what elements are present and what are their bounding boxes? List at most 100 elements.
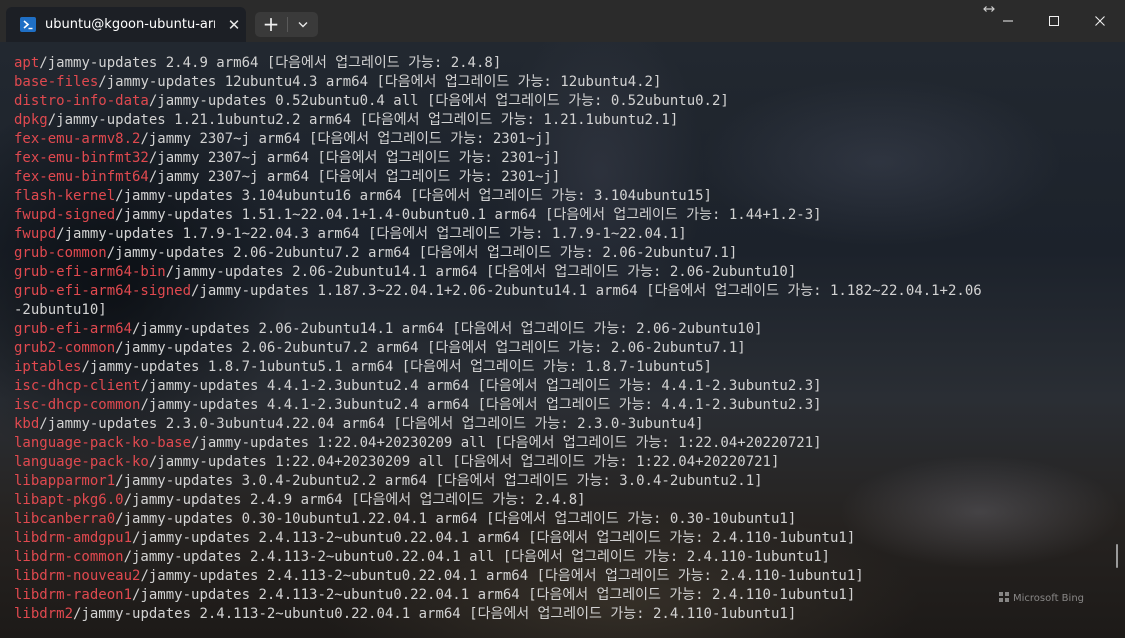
package-details: /jammy-updates 2.4.113-2~ubuntu0.22.04.1… — [73, 606, 797, 622]
package-details: /jammy-updates 0.52ubuntu0.4 all [다음에서 업… — [148, 93, 729, 109]
terminal-line: grub-efi-arm64-bin/jammy-updates 2.06-2u… — [14, 263, 1114, 282]
tab-close-button[interactable]: ✕ — [224, 15, 244, 35]
new-tab-button[interactable]: + — [255, 12, 287, 37]
chevron-down-icon — [298, 22, 308, 28]
terminal-line: base-files/jammy-updates 12ubuntu4.3 arm… — [14, 73, 1114, 92]
watermark-text: Microsoft Bing — [1013, 593, 1085, 604]
terminal-line: libapt-pkg6.0/jammy-updates 2.4.9 arm64 … — [14, 491, 1114, 510]
terminal-line: apt/jammy-updates 2.4.9 arm64 [다음에서 업그레이… — [14, 54, 1114, 73]
terminal-line: -2ubuntu10] — [14, 301, 1114, 320]
package-name: distro-info-data — [14, 93, 149, 109]
package-details: /jammy-updates 4.4.1-2.3ubuntu2.4 arm64 … — [140, 397, 822, 413]
terminal-line: libdrm-amdgpu1/jammy-updates 2.4.113-2~u… — [14, 529, 1114, 548]
package-details: /jammy-updates 0.30-10ubuntu1.22.04.1 ar… — [115, 511, 797, 527]
package-details: /jammy 2307~j arm64 [다음에서 업그레이드 가능: 2301… — [148, 169, 561, 185]
terminal-line: isc-dhcp-client/jammy-updates 4.4.1-2.3u… — [14, 377, 1114, 396]
terminal-line: flash-kernel/jammy-updates 3.104ubuntu16… — [14, 187, 1114, 206]
package-details: /jammy-updates 2.4.113-2~ubuntu0.22.04.1… — [123, 549, 830, 565]
minimize-button[interactable] — [985, 6, 1031, 36]
package-details: /jammy-updates 2.06-2ubuntu14.1 arm64 [다… — [132, 321, 763, 337]
package-name: libcanberra0 — [14, 511, 116, 527]
terminal-line: libdrm-radeon1/jammy-updates 2.4.113-2~u… — [14, 586, 1114, 605]
terminal-line: libcanberra0/jammy-updates 0.30-10ubuntu… — [14, 510, 1114, 529]
package-details: /jammy 2307~j arm64 [다음에서 업그레이드 가능: 2301… — [148, 150, 561, 166]
terminal-line: libdrm2/jammy-updates 2.4.113-2~ubuntu0.… — [14, 605, 1114, 624]
terminal-line: grub-efi-arm64-signed/jammy-updates 1.18… — [14, 282, 1114, 301]
terminal-output: apt/jammy-updates 2.4.9 arm64 [다음에서 업그레이… — [14, 54, 1114, 624]
package-name: flash-kernel — [14, 188, 116, 204]
terminal-line: fex-emu-binfmt64/jammy 2307~j arm64 [다음에… — [14, 168, 1114, 187]
maximize-button[interactable] — [1031, 6, 1077, 36]
terminal-line: fex-emu-binfmt32/jammy 2307~j arm64 [다음에… — [14, 149, 1114, 168]
package-name: libdrm2 — [14, 606, 74, 622]
tab-title: ubuntu@kgoon-ubuntu-arm — [45, 17, 215, 32]
package-details: /jammy-updates 3.0.4-2ubuntu2.2 arm64 [다… — [115, 473, 763, 489]
package-name: libdrm-radeon1 — [14, 587, 133, 603]
package-details: /jammy-updates 3.104ubuntu16 arm64 [다음에서… — [115, 188, 712, 204]
package-details: /jammy-updates 2.4.113-2~ubuntu0.22.04.1… — [132, 530, 856, 546]
terminal-line: fex-emu-armv8.2/jammy 2307~j arm64 [다음에서… — [14, 130, 1114, 149]
package-name: libapparmor1 — [14, 473, 116, 489]
package-details: /jammy-updates 4.4.1-2.3ubuntu2.4 arm64 … — [140, 378, 822, 394]
new-tab-group: + — [255, 12, 318, 37]
package-name: apt — [14, 55, 40, 71]
package-details: /jammy-updates 2.4.9 arm64 [다음에서 업그레이드 가… — [123, 492, 586, 508]
package-name: grub-efi-arm64-bin — [14, 264, 166, 280]
package-details: /jammy-updates 12ubuntu4.3 arm64 [다음에서 업… — [98, 74, 662, 90]
package-details: -2ubuntu10] — [14, 302, 107, 318]
terminal-line: fwupd/jammy-updates 1.7.9-1~22.04.3 arm6… — [14, 225, 1114, 244]
close-window-button[interactable] — [1077, 6, 1123, 36]
package-name: language-pack-ko — [14, 454, 149, 470]
package-details: /jammy-updates 1.51.1~22.04.1+1.4-0ubunt… — [115, 207, 822, 223]
terminal-line: fwupd-signed/jammy-updates 1.51.1~22.04.… — [14, 206, 1114, 225]
terminal-line: distro-info-data/jammy-updates 0.52ubunt… — [14, 92, 1114, 111]
package-name: dpkg — [14, 112, 48, 128]
package-details: /jammy-updates 1.187.3~22.04.1+2.06-2ubu… — [191, 283, 982, 299]
terminal-line: dpkg/jammy-updates 1.21.1ubuntu2.2 arm64… — [14, 111, 1114, 130]
terminal-line: libapparmor1/jammy-updates 3.0.4-2ubuntu… — [14, 472, 1114, 491]
package-name: grub2-common — [14, 340, 116, 356]
terminal-line: grub-efi-arm64/jammy-updates 2.06-2ubunt… — [14, 320, 1114, 339]
package-details: /jammy-updates 2.06-2ubuntu7.2 arm64 [다음… — [115, 340, 746, 356]
package-name: fex-emu-binfmt32 — [14, 150, 149, 166]
terminal-pane[interactable]: apt/jammy-updates 2.4.9 arm64 [다음에서 업그레이… — [0, 42, 1125, 638]
package-name: grub-efi-arm64-signed — [14, 283, 192, 299]
close-icon — [1095, 16, 1105, 26]
package-details: /jammy-updates 1.8.7-1ubuntu5.1 arm64 [다… — [81, 359, 712, 375]
package-details: /jammy-updates 2.4.9 arm64 [다음에서 업그레이드 가… — [39, 55, 502, 71]
package-name: fwupd-signed — [14, 207, 116, 223]
package-name: libdrm-nouveau2 — [14, 568, 141, 584]
maximize-icon — [1049, 16, 1059, 26]
terminal-line: language-pack-ko-base/jammy-updates 1:22… — [14, 434, 1114, 453]
scrollbar-thumb[interactable] — [1116, 544, 1118, 568]
terminal-line: libdrm-common/jammy-updates 2.4.113-2~ub… — [14, 548, 1114, 567]
terminal-line: kbd/jammy-updates 2.3.0-3ubuntu4.22.04 a… — [14, 415, 1114, 434]
minimize-icon — [1003, 20, 1013, 22]
package-details: /jammy-updates 1:22.04+20230209 all [다음에… — [148, 454, 780, 470]
package-name: grub-efi-arm64 — [14, 321, 133, 337]
terminal-line: language-pack-ko/jammy-updates 1:22.04+2… — [14, 453, 1114, 472]
microsoft-logo-icon — [999, 592, 1009, 602]
package-details: /jammy-updates 1.7.9-1~22.04.3 arm64 [다음… — [56, 226, 687, 242]
terminal-line: libdrm-nouveau2/jammy-updates 2.4.113-2~… — [14, 567, 1114, 586]
package-name: isc-dhcp-common — [14, 397, 141, 413]
package-name: libdrm-common — [14, 549, 124, 565]
package-name: grub-common — [14, 245, 107, 261]
package-name: fex-emu-armv8.2 — [14, 131, 141, 147]
package-details: /jammy-updates 1:22.04+20230209 all [다음에… — [191, 435, 822, 451]
package-details: /jammy-updates 2.4.113-2~ubuntu0.22.04.1… — [140, 568, 864, 584]
terminal-line: grub2-common/jammy-updates 2.06-2ubuntu7… — [14, 339, 1114, 358]
package-name: iptables — [14, 359, 82, 375]
terminal-icon — [20, 17, 36, 32]
package-name: libdrm-amdgpu1 — [14, 530, 133, 546]
terminal-line: iptables/jammy-updates 1.8.7-1ubuntu5.1 … — [14, 358, 1114, 377]
package-name: base-files — [14, 74, 99, 90]
package-name: kbd — [14, 416, 40, 432]
package-details: /jammy-updates 2.06-2ubuntu7.2 arm64 [다음… — [106, 245, 738, 261]
package-name: libapt-pkg6.0 — [14, 492, 124, 508]
terminal-line: grub-common/jammy-updates 2.06-2ubuntu7.… — [14, 244, 1114, 263]
new-tab-dropdown-button[interactable] — [288, 12, 318, 37]
terminal-line: isc-dhcp-common/jammy-updates 4.4.1-2.3u… — [14, 396, 1114, 415]
tab-terminal[interactable]: ubuntu@kgoon-ubuntu-arm ✕ — [6, 7, 246, 42]
title-bar[interactable]: ubuntu@kgoon-ubuntu-arm ✕ + — [0, 0, 1125, 42]
